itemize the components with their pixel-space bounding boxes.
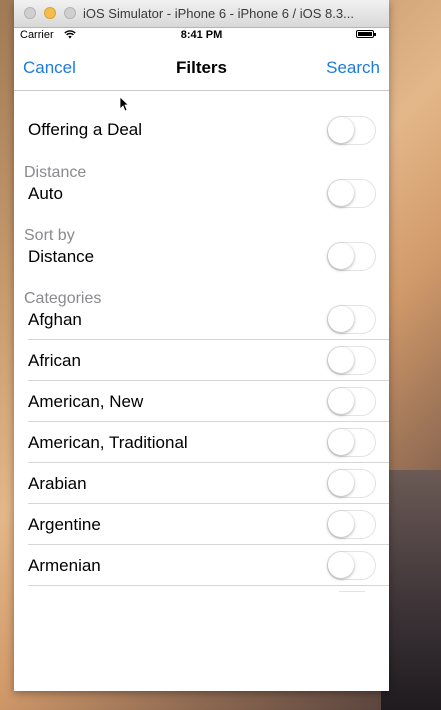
category-label: Arabian — [28, 474, 87, 493]
row-separator — [28, 380, 389, 381]
category-switch-afghan[interactable] — [327, 305, 376, 334]
row-separator — [28, 339, 389, 340]
simulator-window: iOS Simulator - iPhone 6 - iPhone 6 / iO… — [14, 0, 389, 691]
row-separator — [28, 462, 389, 463]
category-switch-argentine[interactable] — [327, 510, 376, 539]
sort-switch[interactable] — [327, 242, 376, 271]
status-time: 8:41 PM — [180, 29, 223, 41]
category-switch-american-new[interactable] — [327, 387, 376, 416]
window-titlebar[interactable]: iOS Simulator - iPhone 6 - iPhone 6 / iO… — [14, 0, 389, 28]
row-separator — [28, 503, 389, 504]
category-label: American, New — [28, 392, 144, 411]
status-bar: Carrier 8:41 PM — [14, 28, 389, 42]
category-label: Afghan — [28, 310, 82, 329]
category-label: Argentine — [28, 515, 101, 534]
category-switch-african[interactable] — [327, 346, 376, 375]
category-switch-armenian[interactable] — [327, 551, 376, 580]
row-separator — [28, 585, 389, 586]
distance-switch[interactable] — [327, 179, 376, 208]
mouse-cursor-icon — [119, 96, 129, 112]
category-label: African — [28, 351, 81, 370]
zoom-window-button[interactable] — [64, 7, 76, 19]
distance-label: Auto — [28, 184, 63, 203]
section-header-sort-by: Sort by — [24, 227, 75, 244]
section-header-categories: Categories — [24, 290, 102, 307]
deal-switch[interactable] — [327, 116, 376, 145]
category-label: Armenian — [28, 556, 101, 575]
close-window-button[interactable] — [24, 7, 36, 19]
section-header-distance: Distance — [24, 164, 87, 181]
search-button[interactable]: Search — [326, 58, 380, 78]
row-separator — [28, 421, 389, 422]
minimize-window-button[interactable] — [44, 7, 56, 19]
row-separator — [28, 544, 389, 545]
battery-icon — [356, 30, 376, 38]
next-row-switch-edge — [339, 591, 365, 596]
sort-label: Distance — [28, 247, 95, 266]
category-switch-arabian[interactable] — [327, 469, 376, 498]
desktop-background — [381, 470, 441, 710]
navigation-bar: Cancel Filters Search — [14, 42, 389, 91]
category-label: American, Traditional — [28, 433, 188, 452]
deal-label: Offering a Deal — [28, 120, 143, 139]
category-switch-american-traditional[interactable] — [327, 428, 376, 457]
window-title: iOS Simulator - iPhone 6 - iPhone 6 / iO… — [83, 6, 354, 21]
